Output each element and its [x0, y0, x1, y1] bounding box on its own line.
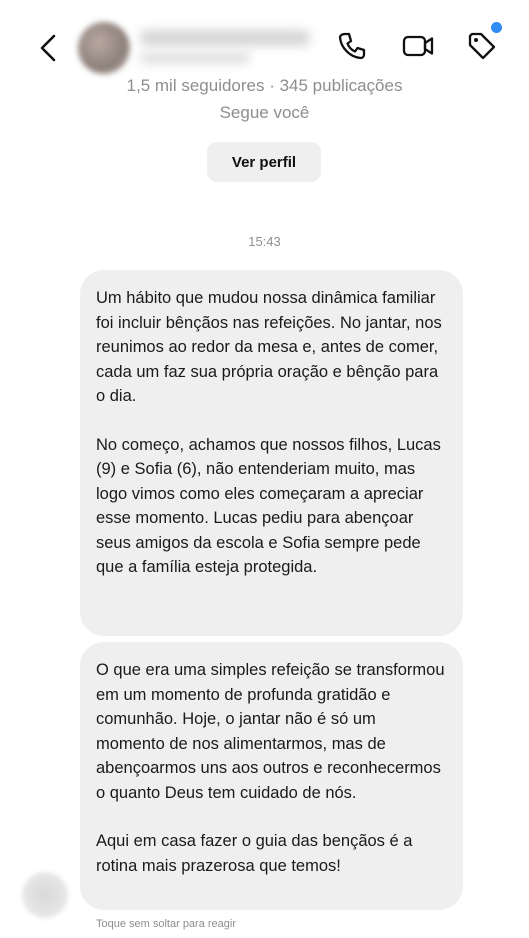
tag-button[interactable] — [464, 28, 500, 64]
view-profile-button[interactable]: Ver perfil — [207, 142, 321, 182]
tag-icon — [468, 32, 496, 60]
contact-username-redacted — [140, 52, 250, 64]
video-camera-icon — [402, 35, 434, 57]
message-paragraph: O que era uma simples refeição se transf… — [96, 661, 445, 802]
message-timestamp: 15:43 — [248, 234, 281, 249]
sender-avatar[interactable] — [22, 872, 68, 918]
message-bubble[interactable]: Um hábito que mudou nossa dinâmica famil… — [80, 270, 463, 636]
profile-stats: 1,5 mil seguidores · 345 publicações — [126, 76, 403, 95]
reaction-hint: Toque sem soltar para reagir — [96, 918, 237, 930]
video-call-button[interactable] — [400, 28, 436, 64]
message-bubble[interactable]: O que era uma simples refeição se transf… — [80, 642, 463, 910]
contact-avatar[interactable] — [78, 22, 130, 74]
audio-call-button[interactable] — [334, 28, 370, 64]
follows-you-label: Segue você — [219, 103, 310, 122]
phone-icon — [338, 32, 366, 60]
back-button[interactable] — [34, 30, 64, 66]
message-paragraph: Aqui em casa fazer o guia das bençãos é … — [96, 832, 413, 875]
contact-name-redacted[interactable] — [140, 30, 310, 46]
message-paragraph: Um hábito que mudou nossa dinâmica famil… — [96, 289, 442, 405]
message-paragraph: No começo, achamos que nossos filhos, Lu… — [96, 435, 441, 577]
chevron-left-icon — [40, 34, 56, 62]
notification-dot — [491, 22, 502, 33]
